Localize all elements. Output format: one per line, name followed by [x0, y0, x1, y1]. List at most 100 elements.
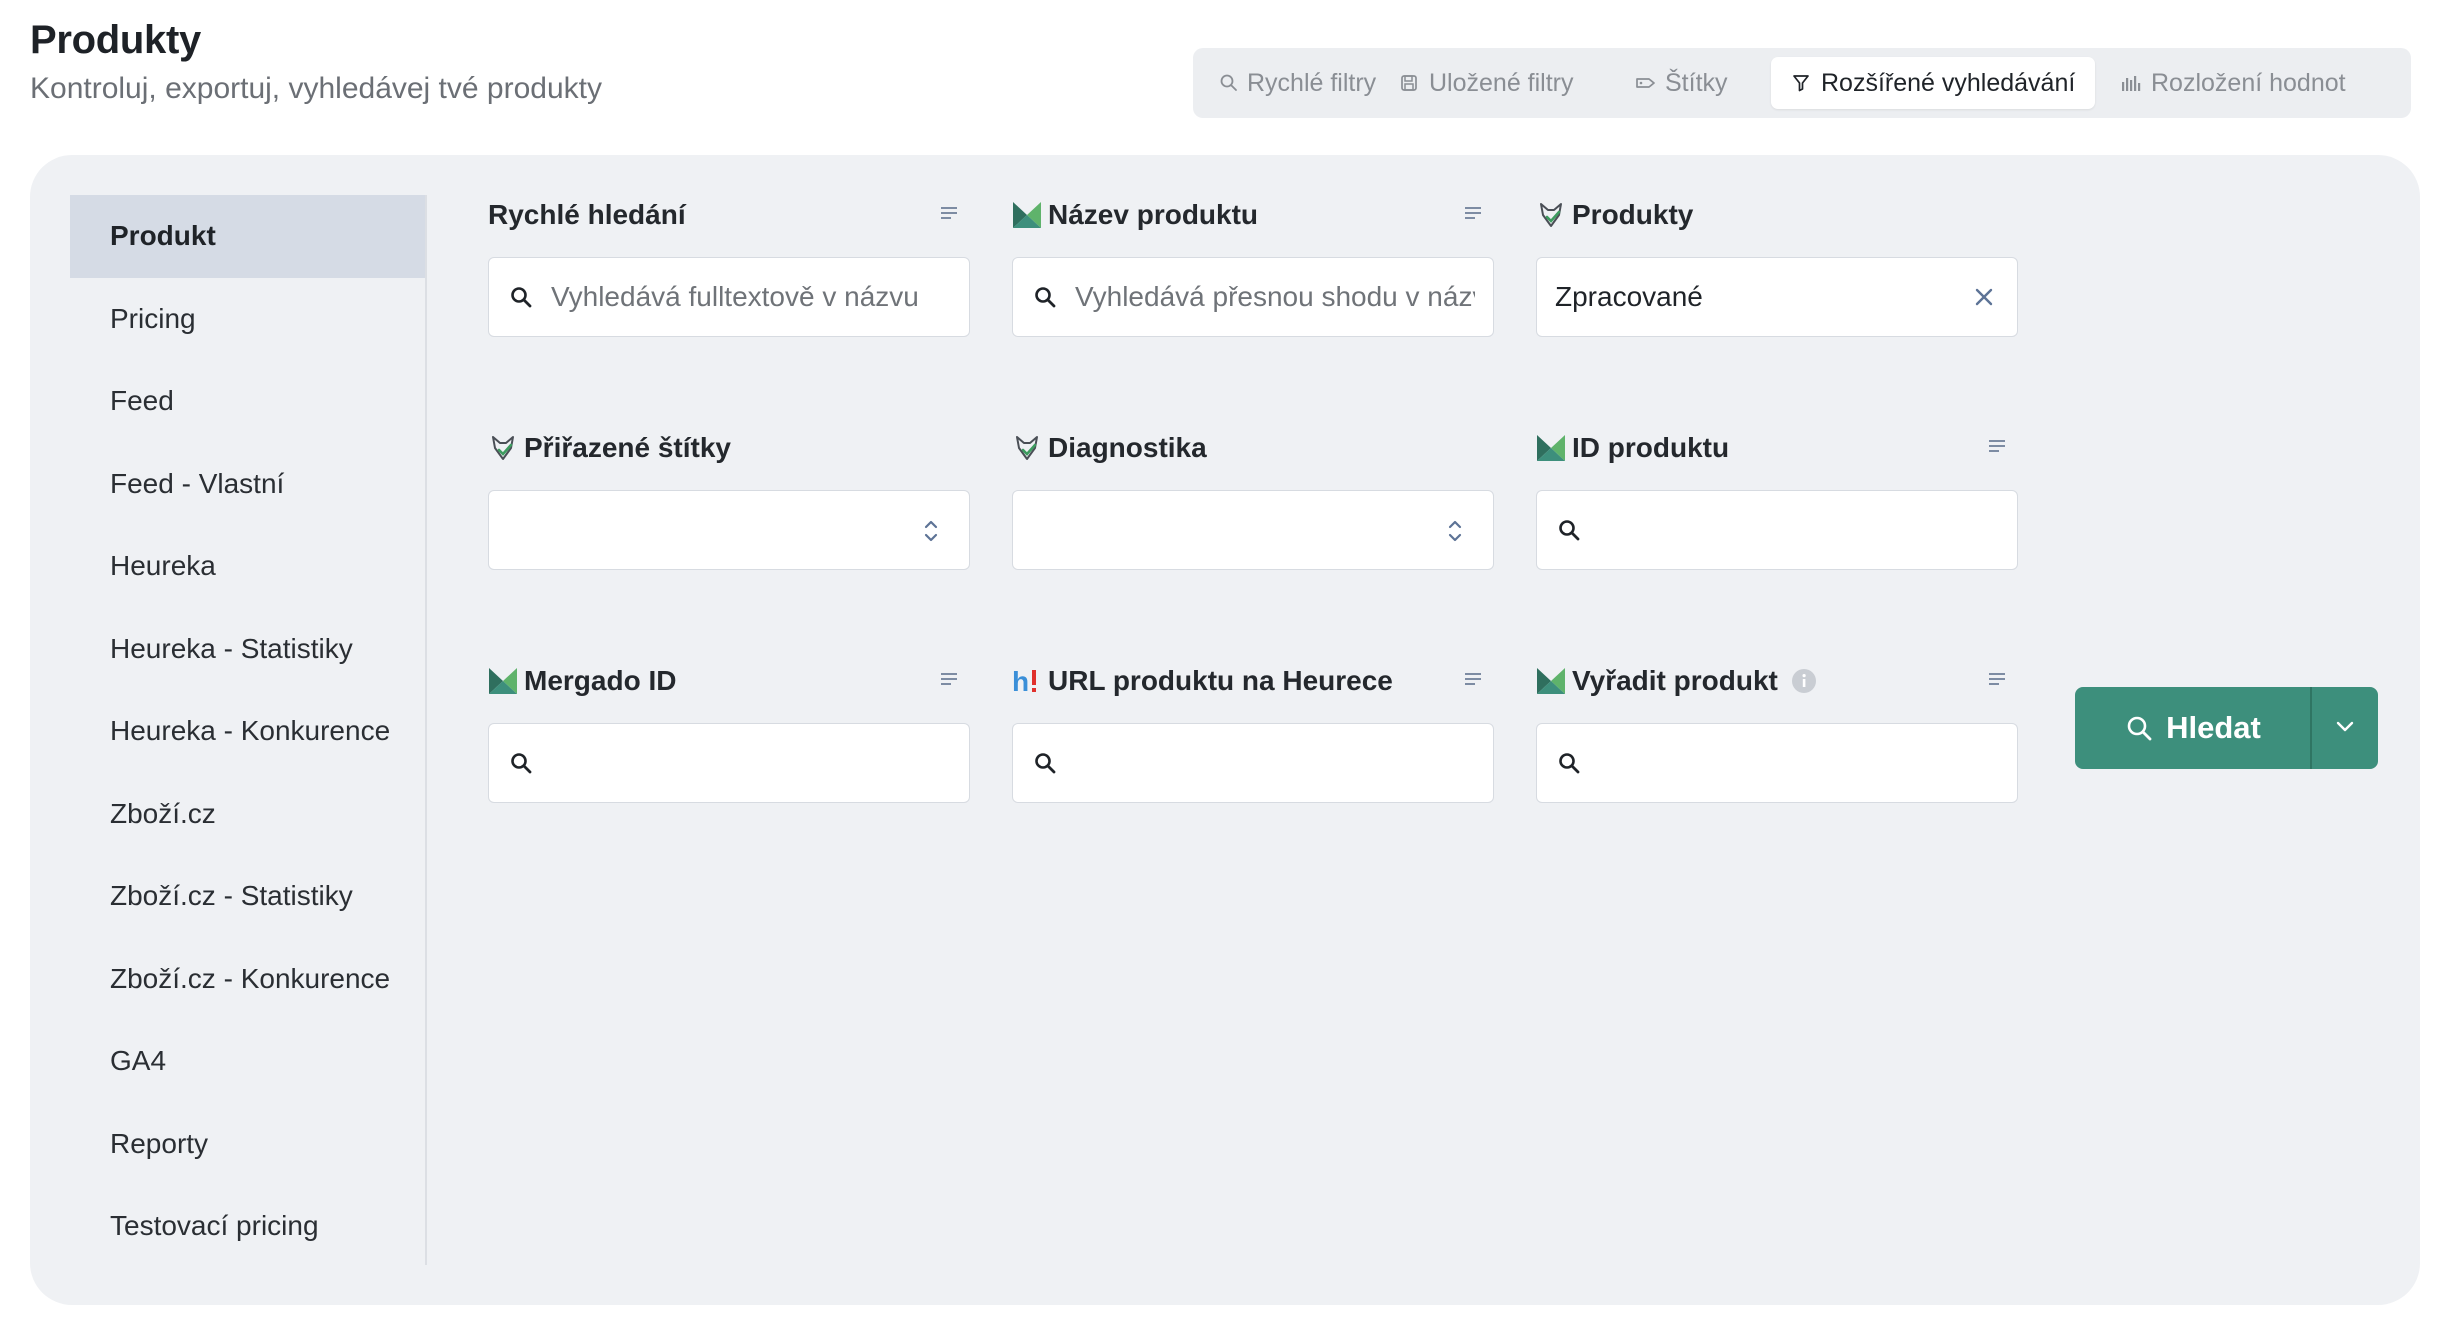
- search-icon: [1031, 283, 1059, 311]
- sidebar-item-feed-custom[interactable]: Feed - Vlastní: [70, 443, 425, 526]
- exclude-product-input[interactable]: [1599, 747, 1999, 779]
- filter-icon: [1789, 71, 1813, 95]
- tab-label: Rozšířené vyhledávání: [1821, 68, 2076, 97]
- sidebar-item-zbozi-stats[interactable]: Zboží.cz - Statistiky: [70, 855, 425, 938]
- chevron-up-down-icon: [921, 515, 941, 547]
- sidebar-item-zbozi[interactable]: Zboží.cz: [70, 773, 425, 856]
- search-icon: [1555, 749, 1583, 777]
- sidebar-item-zbozi-competition[interactable]: Zboží.cz - Konkurence: [70, 938, 425, 1021]
- search-icon: [1031, 749, 1059, 777]
- sidebar-item-heureka-competition[interactable]: Heureka - Konkurence: [70, 690, 425, 773]
- sidebar-item-test-pricing[interactable]: Testovací pricing: [70, 1185, 425, 1268]
- search-icon: [507, 283, 535, 311]
- field-label: h URL produktu na Heurece: [1012, 661, 1494, 701]
- search-options-dropdown[interactable]: [2310, 687, 2378, 769]
- field-label-text: Produkty: [1572, 199, 1694, 230]
- field-heureka-url: h URL produktu na Heurece: [1012, 661, 1494, 803]
- search-icon: [1555, 516, 1583, 544]
- field-label: Mergado ID: [488, 661, 970, 701]
- rule-fox-icon: [1536, 200, 1566, 230]
- tab-value-distribution[interactable]: Rozložení hodnot: [2101, 57, 2389, 109]
- tab-advanced-search[interactable]: Rozšířené vyhledávání: [1771, 57, 2095, 109]
- search-button-label: Hledat: [2166, 710, 2261, 745]
- assigned-tags-select[interactable]: [488, 490, 970, 570]
- sidebar-item-feed[interactable]: Feed: [70, 360, 425, 443]
- page-title: Produkty: [30, 18, 201, 62]
- lines-menu-icon[interactable]: [1986, 669, 2008, 691]
- sidebar-item-ga4[interactable]: GA4: [70, 1020, 425, 1103]
- field-label-text: Název produktu: [1048, 199, 1259, 230]
- page-subtitle: Kontroluj, exportuj, vyhledávej tvé prod…: [30, 72, 602, 105]
- quick-search-input-box: [488, 257, 970, 337]
- svg-text:h: h: [1012, 666, 1029, 696]
- lines-menu-icon[interactable]: [938, 669, 960, 691]
- save-icon: [1397, 71, 1421, 95]
- sidebar-item-pricing[interactable]: Pricing: [70, 278, 425, 361]
- field-label-text: Mergado ID: [524, 665, 677, 696]
- field-label: Přiřazené štítky: [488, 428, 970, 468]
- field-label: Název produktu: [1012, 195, 1494, 235]
- field-mergado-id: Mergado ID: [488, 661, 970, 803]
- rule-fox-icon: [488, 433, 518, 463]
- field-label: Rychlé hledání: [488, 195, 970, 235]
- mergado-logo-icon: [1536, 666, 1566, 696]
- field-diagnostics: Diagnostika: [1012, 428, 1494, 570]
- lines-menu-icon[interactable]: [938, 203, 960, 225]
- field-exclude-product: Vyřadit produkt: [1536, 661, 2018, 803]
- lines-menu-icon[interactable]: [1986, 436, 2008, 458]
- sidebar-item-heureka-stats[interactable]: Heureka - Statistiky: [70, 608, 425, 691]
- tab-quick-filters[interactable]: Rychlé filtry: [1201, 57, 1377, 109]
- tag-icon: [1633, 71, 1657, 95]
- sidebar-item-reports[interactable]: Reporty: [70, 1103, 425, 1186]
- quick-search-input[interactable]: [551, 281, 951, 313]
- mergado-logo-icon: [488, 666, 518, 696]
- sidebar-item-heureka[interactable]: Heureka: [70, 525, 425, 608]
- product-id-input[interactable]: [1599, 514, 1999, 546]
- products-select[interactable]: Zpracované: [1536, 257, 2018, 337]
- tab-label: Uložené filtry: [1429, 68, 1574, 97]
- product-name-input[interactable]: [1075, 281, 1475, 313]
- field-label: Vyřadit produkt: [1536, 661, 2018, 701]
- field-label: Diagnostika: [1012, 428, 1494, 468]
- product-name-input-box: [1012, 257, 1494, 337]
- products-selected-value: Zpracované: [1555, 281, 1703, 312]
- field-label-text: Vyřadit produkt: [1572, 665, 1778, 696]
- mergado-id-input[interactable]: [551, 747, 951, 779]
- heureka-url-input[interactable]: [1075, 747, 1475, 779]
- bar-chart-icon: [2119, 71, 2143, 95]
- view-tabs: Rychlé filtry Uložené filtry Štítky Rozš…: [1193, 48, 2411, 118]
- search-icon: [1219, 71, 1239, 95]
- product-id-input-box: [1536, 490, 2018, 570]
- tab-label: Rychlé filtry: [1247, 68, 1377, 97]
- tab-saved-filters[interactable]: Uložené filtry: [1379, 57, 1609, 109]
- tab-tags[interactable]: Štítky: [1615, 57, 1765, 109]
- field-quick-search: Rychlé hledání: [488, 195, 970, 337]
- field-assigned-tags: Přiřazené štítky: [488, 428, 970, 570]
- search-button[interactable]: Hledat: [2075, 687, 2310, 769]
- lines-menu-icon[interactable]: [1462, 669, 1484, 691]
- field-label: Produkty: [1536, 195, 2018, 235]
- exclude-product-input-box: [1536, 723, 2018, 803]
- field-label-text: ID produktu: [1572, 432, 1730, 463]
- heureka-url-input-box: [1012, 723, 1494, 803]
- search-icon: [507, 749, 535, 777]
- mergado-logo-icon: [1012, 200, 1042, 230]
- products-page: Produkty Kontroluj, exportuj, vyhledávej…: [0, 0, 2438, 1320]
- field-label: ID produktu: [1536, 428, 2018, 468]
- chevron-down-icon: [2335, 719, 2355, 738]
- search-panel: Produkt Pricing Feed Feed - Vlastní Heur…: [30, 155, 2420, 1305]
- clear-icon[interactable]: [1971, 284, 1997, 310]
- field-label-text: Diagnostika: [1048, 432, 1207, 463]
- search-icon: [2124, 713, 2154, 743]
- diagnostics-select[interactable]: [1012, 490, 1494, 570]
- rule-fox-icon: [1012, 433, 1042, 463]
- field-product-name: Název produktu: [1012, 195, 1494, 337]
- info-icon[interactable]: [1790, 667, 1818, 695]
- lines-menu-icon[interactable]: [1462, 203, 1484, 225]
- sidebar-item-produkt[interactable]: Produkt: [70, 195, 425, 278]
- tab-label: Štítky: [1665, 68, 1728, 97]
- mergado-logo-icon: [1536, 433, 1566, 463]
- field-label-text: Rychlé hledání: [488, 199, 686, 230]
- mergado-id-input-box: [488, 723, 970, 803]
- field-label-text: Přiřazené štítky: [524, 432, 731, 463]
